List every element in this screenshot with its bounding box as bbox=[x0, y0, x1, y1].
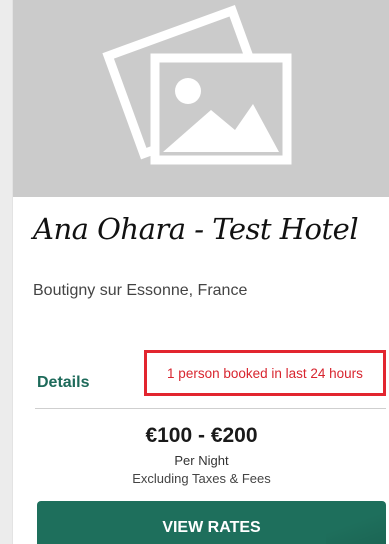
booking-notice-text: 1 person booked in last 24 hours bbox=[167, 365, 363, 381]
divider bbox=[35, 408, 386, 409]
photo-placeholder-icon bbox=[13, 0, 389, 197]
view-rates-button[interactable]: VIEW RATES bbox=[37, 501, 386, 544]
hotel-location: Boutigny sur Essonne, France bbox=[33, 282, 248, 299]
booking-notice: 1 person booked in last 24 hours bbox=[144, 350, 386, 396]
page: Ana Ohara - Test Hotel Boutigny sur Esso… bbox=[0, 0, 389, 544]
button-shade bbox=[326, 501, 386, 544]
price-taxes-note: Excluding Taxes & Fees bbox=[132, 471, 271, 486]
left-gutter bbox=[0, 0, 12, 544]
price-per-night-label: Per Night bbox=[174, 453, 229, 468]
hotel-name: Ana Ohara - Test Hotel bbox=[33, 212, 359, 246]
hotel-card: Ana Ohara - Test Hotel Boutigny sur Esso… bbox=[12, 0, 389, 544]
price-range: €100 - €200 bbox=[145, 424, 258, 447]
hotel-image[interactable] bbox=[13, 0, 389, 197]
details-link[interactable]: Details bbox=[37, 374, 89, 392]
